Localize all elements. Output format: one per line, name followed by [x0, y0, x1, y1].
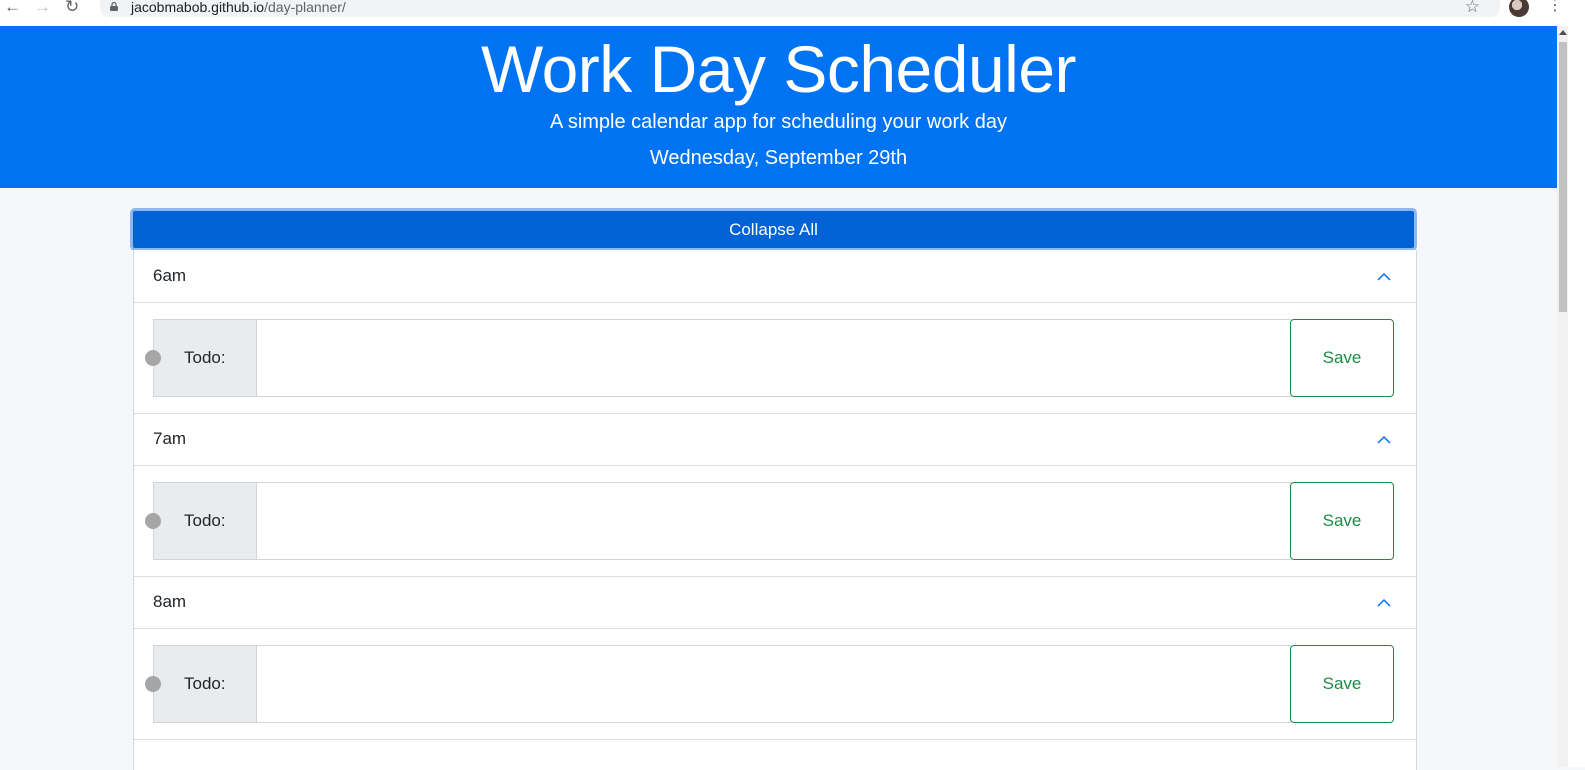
hour-block-7am: 7am Todo: Save	[134, 413, 1416, 577]
hour-label: 6am	[153, 266, 187, 285]
chevron-up-icon[interactable]	[1377, 272, 1391, 281]
status-dot-icon	[145, 513, 161, 529]
todo-input-group: Todo:	[145, 645, 1291, 723]
hour-body-8am: Todo: Save	[134, 629, 1416, 740]
browser-toolbar: ← → ↻ jacobmabob.github.io/day-planner/ …	[0, 0, 1585, 26]
forward-arrow-icon[interactable]: →	[34, 0, 51, 16]
todo-label: Todo:	[184, 674, 226, 693]
chevron-up-icon[interactable]	[1377, 435, 1391, 444]
lock-icon	[110, 2, 118, 11]
hour-block-6am: 6am Todo: Save	[134, 250, 1416, 414]
chevron-up-icon[interactable]	[1377, 598, 1391, 607]
status-dot-icon	[145, 676, 161, 692]
url-path: /day-planner/	[264, 0, 346, 15]
todo-label-box: Todo:	[154, 483, 257, 559]
hour-label: 7am	[153, 429, 187, 448]
page-lead: A simple calendar app for scheduling you…	[550, 111, 1007, 133]
todo-label-box: Todo:	[154, 320, 257, 396]
url-host: jacobmabob.github.io	[131, 0, 265, 15]
browser-menu-icon[interactable]: ⋮	[1547, 0, 1563, 14]
profile-avatar[interactable]	[1509, 0, 1529, 17]
todo-input-6am[interactable]	[257, 320, 1291, 396]
current-date: Wednesday, September 29th	[649, 147, 908, 169]
status-dot-icon	[145, 350, 161, 366]
hour-block-8am: 8am Todo: Save	[134, 576, 1416, 740]
bookmark-star-icon[interactable]: ☆	[1465, 0, 1480, 15]
todo-input-7am[interactable]	[257, 483, 1291, 559]
page-scrollbar[interactable]	[1557, 26, 1568, 767]
todo-input-group: Todo:	[145, 482, 1291, 560]
page-title: Work Day Scheduler	[480, 32, 1077, 106]
todo-label: Todo:	[184, 511, 226, 530]
save-button-7am[interactable]: Save	[1290, 482, 1394, 560]
scroll-up-arrow-icon[interactable]	[1559, 30, 1567, 35]
todo-input-group: Todo:	[145, 319, 1291, 397]
address-bar[interactable]: jacobmabob.github.io/day-planner/ ☆	[100, 0, 1500, 17]
hour-header-6am[interactable]: 6am	[134, 250, 1416, 303]
window-edge	[1568, 0, 1585, 767]
reload-icon[interactable]: ↻	[65, 0, 79, 16]
save-button-6am[interactable]: Save	[1290, 319, 1394, 397]
url-text: jacobmabob.github.io/day-planner/	[131, 0, 346, 15]
back-arrow-icon[interactable]: ←	[4, 0, 21, 16]
collapse-all-button[interactable]: Collapse All	[130, 208, 1417, 251]
hour-body-6am: Todo: Save	[134, 303, 1416, 414]
save-button-8am[interactable]: Save	[1290, 645, 1394, 723]
hour-header-7am[interactable]: 7am	[134, 413, 1416, 466]
hour-body-7am: Todo: Save	[134, 466, 1416, 577]
hour-label: 8am	[153, 592, 187, 611]
hour-header-8am[interactable]: 8am	[134, 576, 1416, 629]
todo-input-8am[interactable]	[257, 646, 1291, 722]
todo-label: Todo:	[184, 348, 226, 367]
scroll-thumb[interactable]	[1559, 42, 1567, 312]
hour-accordion: 6am Todo: Save 7am Todo: Save 8am Todo: …	[133, 250, 1417, 770]
jumbotron-header: Work Day Scheduler A simple calendar app…	[0, 26, 1557, 188]
todo-label-box: Todo:	[154, 646, 257, 722]
